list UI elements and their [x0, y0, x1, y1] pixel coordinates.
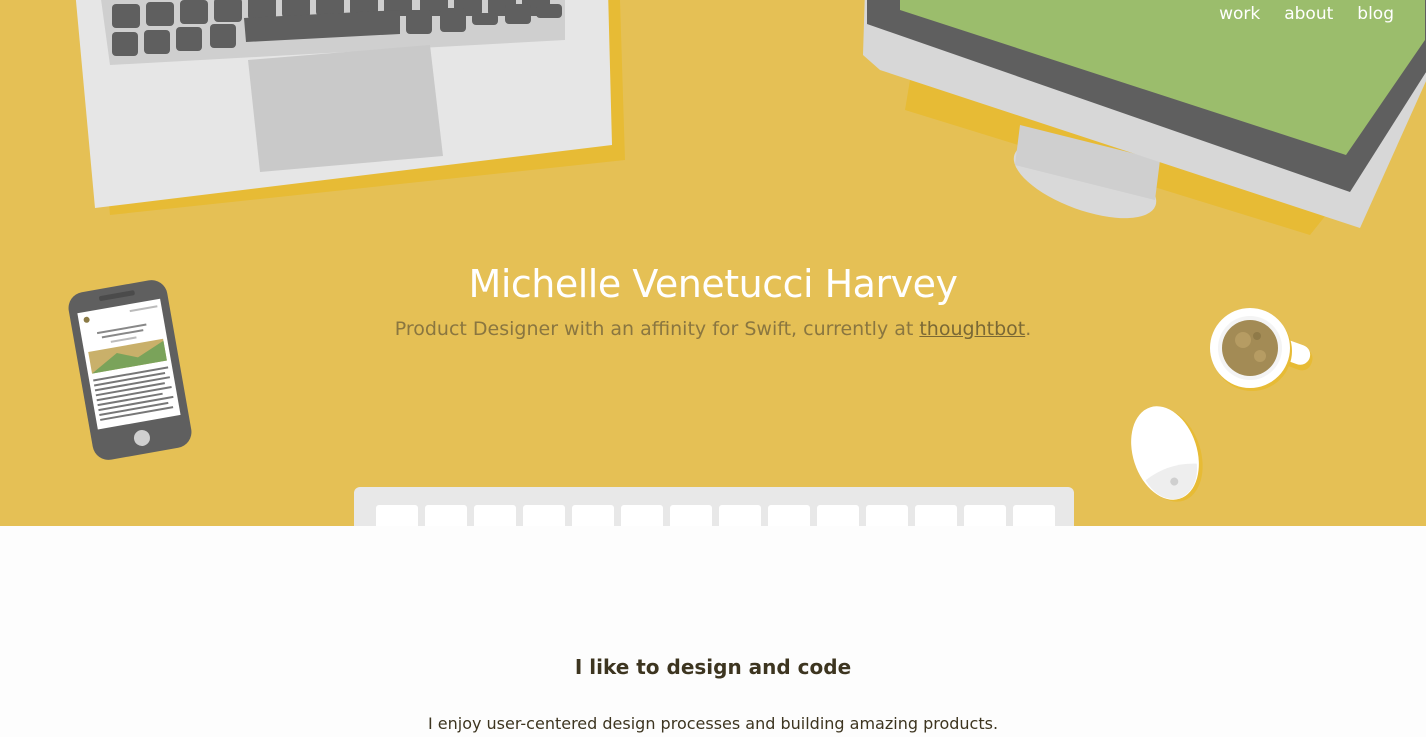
- hero-subtitle: Product Designer with an affinity for Sw…: [0, 318, 1426, 340]
- nav-link-work[interactable]: work: [1219, 4, 1260, 24]
- nav-link-about[interactable]: about: [1284, 4, 1333, 24]
- coffee-cup-icon: [1210, 308, 1313, 391]
- top-nav: work about blog: [1219, 4, 1394, 24]
- laptop-icon: [75, 0, 625, 215]
- section-heading: I like to design and code: [574, 655, 852, 679]
- keyboard-icon: [354, 487, 1074, 526]
- mouse-icon: [1131, 406, 1203, 502]
- monitor-icon: [863, 0, 1426, 235]
- section-body: I enjoy user-centered design processes a…: [427, 714, 999, 733]
- hero-subtitle-suffix: .: [1025, 318, 1032, 340]
- thoughtbot-link[interactable]: thoughtbot: [919, 318, 1025, 340]
- hero-section: work about blog Michelle Venetucci Harve…: [0, 0, 1426, 526]
- hero-title: Michelle Venetucci Harvey: [468, 262, 958, 306]
- nav-link-blog[interactable]: blog: [1357, 4, 1394, 24]
- hero-subtitle-text: Product Designer with an affinity for Sw…: [394, 318, 920, 340]
